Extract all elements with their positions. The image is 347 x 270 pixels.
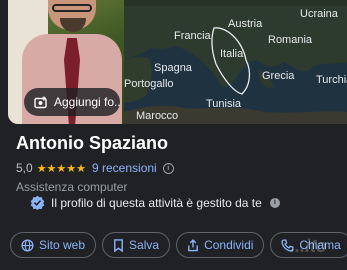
map-label-italia: Italia	[220, 48, 244, 60]
share-label: Condividi	[204, 238, 254, 252]
photo-person-glasses	[52, 4, 92, 12]
map-label-spagna: Spagna	[154, 62, 192, 74]
managed-profile-text: Il profilo di questa attività è gestito …	[51, 195, 262, 210]
managed-info-icon[interactable]: i	[269, 197, 280, 208]
website-button[interactable]: Sito web	[10, 232, 97, 258]
map-label-ucraina: Ucraina	[300, 8, 338, 20]
profile-photo[interactable]: Aggiungi fo...	[8, 0, 124, 124]
rating-stars: ★★★★★	[36, 162, 86, 175]
website-label: Sito web	[39, 238, 86, 252]
map-label-austria: Austria	[228, 18, 263, 30]
map-label-romania: Romania	[268, 34, 313, 46]
rating-score: 5,0	[16, 161, 33, 175]
rating-row: 5,0 ★★★★★ 9 recensioni i	[16, 161, 174, 175]
map-label-francia: Francia	[174, 30, 211, 42]
map-label-grecia: Grecia	[262, 70, 295, 82]
share-button[interactable]: Condividi	[176, 232, 265, 258]
verified-badge-icon	[30, 195, 45, 210]
reviews-link[interactable]: 9 recensioni	[92, 161, 157, 175]
save-label: Salva	[129, 238, 160, 252]
add-photo-label: Aggiungi fo...	[54, 95, 120, 109]
business-name: Antonio Spaziano	[16, 133, 168, 153]
save-button[interactable]: Salva	[102, 232, 171, 258]
share-icon	[188, 238, 198, 251]
rating-info-icon[interactable]: i	[162, 162, 174, 174]
managed-profile-notice: Il profilo di questa attività è gestito …	[30, 195, 280, 210]
add-photo-button[interactable]: Aggiungi fo...	[24, 88, 120, 116]
watermark-logo: ...ito	[290, 236, 327, 256]
photo-person-beard	[60, 18, 86, 32]
business-category: Assistenza computer	[16, 180, 128, 194]
add-photo-icon	[34, 96, 47, 108]
map-label-tunisia: Tunisia	[206, 98, 242, 110]
location-map[interactable]: Austria Ucraina Francia Romania Italia S…	[124, 0, 347, 124]
map-label-marocco: Marocco	[136, 110, 179, 122]
map-label-turchia: Turchia	[316, 74, 347, 86]
bookmark-icon	[114, 238, 123, 252]
globe-icon	[21, 238, 34, 252]
map-label-portogallo: Portogallo	[124, 78, 174, 90]
